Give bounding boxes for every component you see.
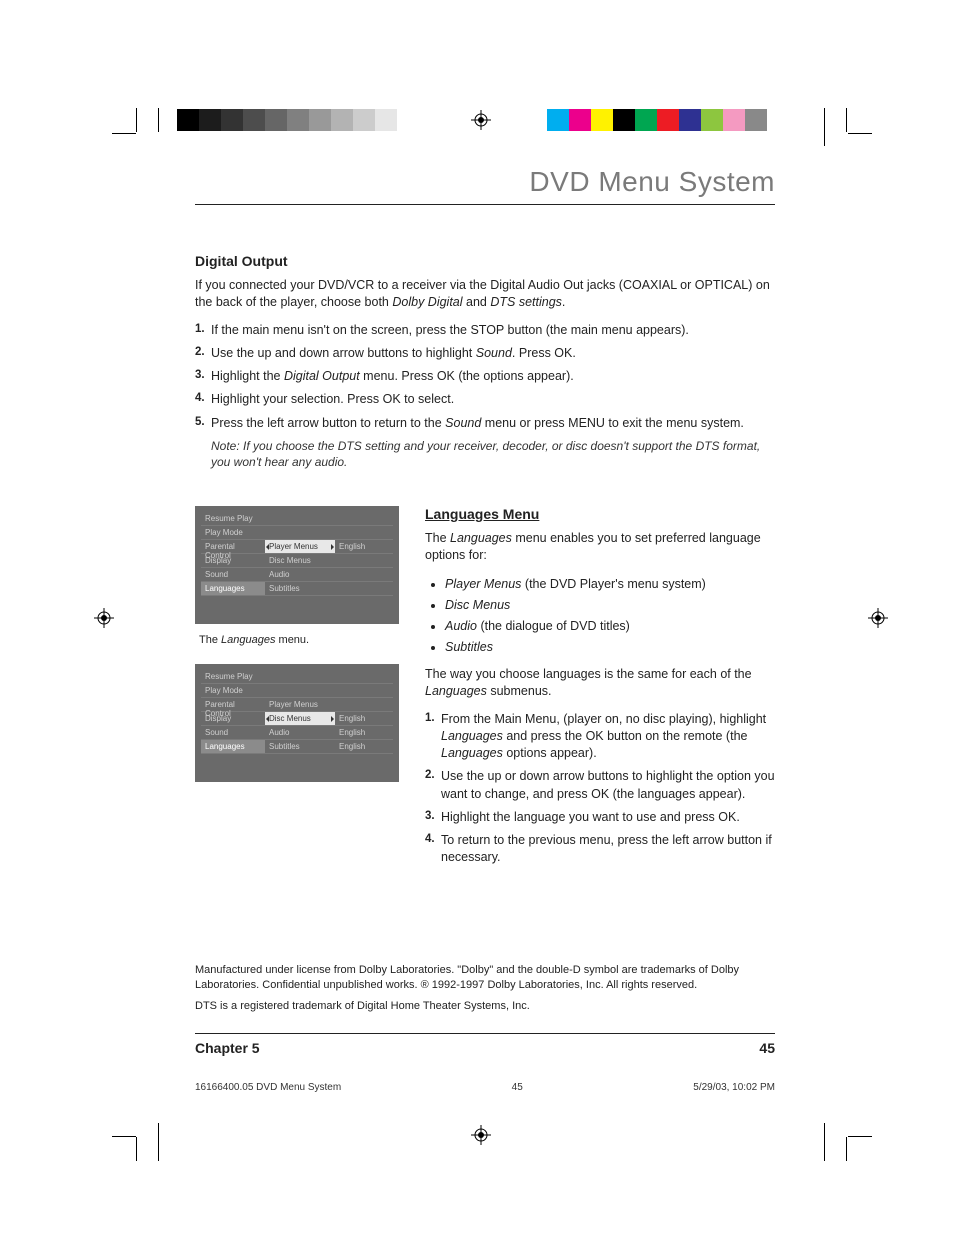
digital-output-note: Note: If you choose the DTS setting and … [195,438,775,470]
registration-mark-icon [471,110,491,130]
languages-menu-screenshot-1: Resume Play Play Mode Parental ControlPl… [195,506,399,624]
bullet-player-menus: Player Menus (the DVD Player's menu syst… [445,575,775,593]
registration-mark-icon [868,608,888,628]
crop-mark [824,108,825,146]
crop-mark [848,133,872,134]
print-page: 45 [512,1082,523,1093]
lang-step-4: 4.To return to the previous menu, press … [425,832,775,867]
chapter-label: Chapter 5 [195,1040,260,1056]
screenshots-column: Resume Play Play Mode Parental ControlPl… [195,506,399,792]
registration-mark-icon [94,608,114,628]
crop-mark [846,1137,847,1161]
print-doc-id: 16166400.05 DVD Menu System [195,1082,341,1093]
crop-mark [848,1136,872,1137]
lang-step-2: 2.Use the up or down arrow buttons to hi… [425,768,775,803]
section-heading-digital-output: Digital Output [195,253,775,269]
crop-mark [846,108,847,132]
print-timestamp: 5/29/03, 10:02 PM [693,1082,775,1093]
section-heading-languages: Languages Menu [425,506,775,522]
languages-steps: 1.From the Main Menu, (player on, no dis… [425,711,775,867]
screenshot-caption: The Languages menu. [199,634,399,646]
legal-text: Manufactured under license from Dolby La… [195,963,775,1015]
languages-text-column: Languages Menu The Languages menu enable… [425,506,775,873]
lang-step-1: 1.From the Main Menu, (player on, no dis… [425,711,775,763]
languages-intro: The Languages menu enables you to set pr… [425,530,775,565]
step-5: 5.Press the left arrow button to return … [195,415,775,432]
bullet-disc-menus: Disc Menus [445,596,775,614]
languages-way: The way you choose languages is the same… [425,666,775,701]
crop-mark [158,108,159,132]
step-2: 2.Use the up and down arrow buttons to h… [195,345,775,362]
bullet-subtitles: Subtitles [445,638,775,656]
step-3: 3.Highlight the Digital Output menu. Pre… [195,368,775,385]
languages-bullets: Player Menus (the DVD Player's menu syst… [425,575,775,657]
crop-mark [158,1123,159,1161]
crop-mark [112,133,136,134]
page-content: DVD Menu System Digital Output If you co… [195,166,775,1093]
page-number: 45 [759,1040,775,1056]
crop-mark [136,108,137,132]
page-footer: Chapter 5 45 [195,1033,775,1056]
grayscale-swatches [177,109,397,131]
crop-mark [112,1136,136,1137]
step-1: 1.If the main menu isn't on the screen, … [195,322,775,339]
lang-step-3: 3.Highlight the language you want to use… [425,809,775,826]
registration-mark-icon [471,1125,491,1145]
digital-output-steps: 1.If the main menu isn't on the screen, … [195,322,775,432]
languages-menu-screenshot-2: Resume Play Play Mode Parental ControlPl… [195,664,399,782]
step-4: 4.Highlight your selection. Press OK to … [195,391,775,408]
crop-mark [824,1123,825,1161]
bullet-audio: Audio (the dialogue of DVD titles) [445,617,775,635]
print-slug: 16166400.05 DVD Menu System 45 5/29/03, … [195,1082,775,1093]
crop-marks-top [0,0,954,165]
page-title: DVD Menu System [195,166,775,204]
color-swatches [547,109,767,131]
digital-output-intro: If you connected your DVD/VCR to a recei… [195,277,775,312]
crop-marks-bottom [0,1095,954,1235]
crop-mark [136,1137,137,1161]
